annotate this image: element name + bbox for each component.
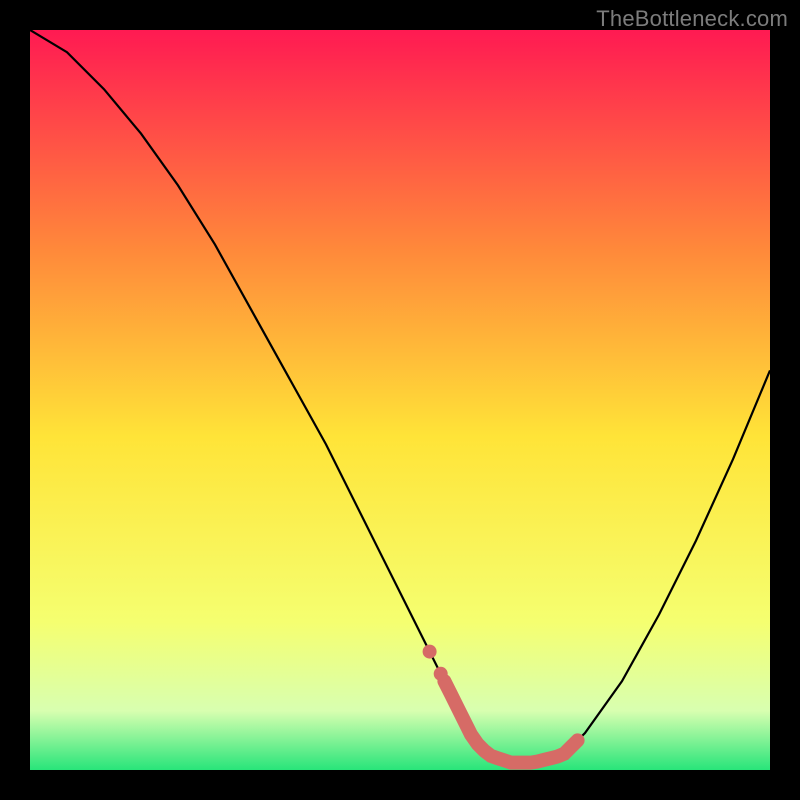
bottleneck-chart bbox=[30, 30, 770, 770]
watermark-text: TheBottleneck.com bbox=[596, 6, 788, 32]
chart-frame bbox=[30, 30, 770, 770]
gradient-background bbox=[30, 30, 770, 770]
optimal-marker-1 bbox=[423, 645, 437, 659]
optimal-marker-2 bbox=[434, 667, 448, 681]
